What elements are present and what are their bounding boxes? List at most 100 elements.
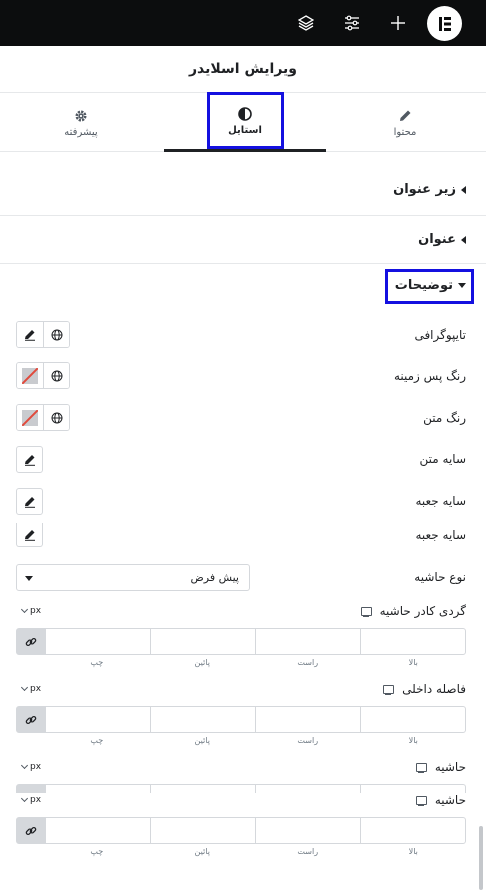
- link-values-button[interactable]: [17, 818, 45, 843]
- unit-selector[interactable]: px: [20, 683, 41, 694]
- margin-label: حاشیه: [434, 760, 466, 774]
- text-color-control: [16, 404, 70, 431]
- top-input[interactable]: [360, 707, 465, 732]
- desktop-icon[interactable]: [415, 762, 427, 773]
- color-picker-button[interactable]: [17, 363, 43, 388]
- border-radius-captions: بالا راست پائین چپ: [44, 658, 466, 670]
- panel-title: ویرایش اسلایدر: [189, 61, 297, 77]
- right-input[interactable]: [255, 629, 360, 654]
- edit-button[interactable]: [17, 322, 43, 347]
- border-radius-inputs: [16, 628, 466, 655]
- text-shadow-edit-button[interactable]: [16, 446, 43, 473]
- border-type-select[interactable]: پیش فرض: [16, 564, 250, 591]
- bottom-caption: پائین: [194, 736, 210, 745]
- pencil-icon: [24, 496, 35, 508]
- left-input[interactable]: [45, 818, 150, 843]
- panel-tabs: محتوا استایل پیشرفته: [0, 94, 486, 152]
- margin-label-2: حاشیه: [434, 793, 466, 807]
- box-shadow-hover-label: سایه جعبه: [415, 528, 466, 542]
- settings-sliders-icon[interactable]: [338, 9, 366, 37]
- left-caption: چپ: [90, 658, 104, 667]
- top-caption: بالا: [408, 736, 418, 745]
- link-values-button[interactable]: [17, 707, 45, 732]
- right-input[interactable]: [255, 818, 360, 843]
- layers-icon[interactable]: [292, 9, 320, 37]
- border-radius-header: px گردی کادر حاشیه: [0, 604, 486, 620]
- chevron-down-icon: [20, 794, 29, 803]
- tab-advanced[interactable]: پیشرفته: [0, 94, 162, 152]
- text-color-label: رنگ متن: [423, 411, 466, 425]
- pencil-icon: [24, 454, 35, 466]
- background-color-control: [16, 362, 70, 389]
- panel-header: ویرایش اسلایدر: [0, 46, 486, 93]
- chevron-down-icon: [20, 683, 29, 692]
- color-picker-button[interactable]: [17, 405, 43, 430]
- right-caption: راست: [297, 658, 319, 667]
- global-button[interactable]: [43, 405, 69, 430]
- bottom-input[interactable]: [150, 818, 255, 843]
- top-bar: [0, 0, 486, 46]
- global-button[interactable]: [43, 363, 69, 388]
- text-shadow-label: سایه متن: [419, 452, 466, 466]
- section-description[interactable]: توضیحات: [395, 278, 466, 293]
- add-icon[interactable]: [384, 9, 412, 37]
- dropdown-arrow-icon: [25, 576, 33, 581]
- border-radius-label: گردی کادر حاشیه: [379, 604, 466, 618]
- box-shadow-edit-button[interactable]: [16, 488, 43, 515]
- right-caption: راست: [297, 736, 319, 745]
- elementor-logo[interactable]: [427, 6, 462, 41]
- top-input[interactable]: [360, 818, 465, 843]
- empty-color-swatch: [22, 409, 38, 426]
- tab-style[interactable]: استایل: [164, 94, 326, 152]
- right-caption: راست: [297, 847, 319, 856]
- top-input[interactable]: [360, 629, 465, 654]
- caret-left-icon: [461, 185, 466, 194]
- margin-header: px حاشیه: [0, 760, 486, 776]
- desktop-icon[interactable]: [415, 795, 427, 806]
- top-caption: بالا: [408, 847, 418, 856]
- right-input[interactable]: [255, 707, 360, 732]
- chevron-down-icon: [20, 605, 29, 614]
- pencil-icon: [400, 110, 411, 121]
- pencil-icon: [24, 529, 35, 541]
- left-input[interactable]: [45, 707, 150, 732]
- global-button[interactable]: [43, 322, 69, 347]
- box-shadow-hover-edit-button[interactable]: [16, 523, 43, 547]
- desktop-icon[interactable]: [360, 606, 372, 617]
- tab-content-label: محتوا: [393, 126, 417, 138]
- box-shadow-label: سایه جعبه: [415, 494, 466, 508]
- bottom-input[interactable]: [150, 629, 255, 654]
- section-heading[interactable]: عنوان: [0, 216, 486, 264]
- border-type-label: نوع حاشیه: [414, 570, 466, 584]
- typography-label: تایپوگرافی: [414, 328, 466, 342]
- section-heading-title: عنوان: [418, 232, 456, 247]
- margin-header-2: px حاشیه: [0, 793, 486, 809]
- padding-header: px فاصله داخلی: [0, 682, 486, 698]
- typography-control: [16, 321, 70, 348]
- gear-icon: [75, 110, 87, 121]
- tab-content[interactable]: محتوا: [324, 94, 486, 152]
- left-input[interactable]: [45, 629, 150, 654]
- link-icon: [25, 637, 37, 646]
- padding-captions: بالا راست پائین چپ: [44, 736, 466, 748]
- link-values-button[interactable]: [17, 629, 45, 654]
- bottom-caption: پائین: [194, 847, 210, 856]
- desktop-icon[interactable]: [383, 684, 395, 695]
- unit-selector[interactable]: px: [20, 605, 41, 616]
- pencil-icon: [25, 329, 35, 341]
- padding-inputs: [16, 706, 466, 733]
- scrollbar[interactable]: [479, 826, 483, 890]
- padding-label: فاصله داخلی: [402, 682, 466, 696]
- chevron-down-icon: [20, 761, 29, 770]
- caret-left-icon: [461, 235, 466, 244]
- unit-selector[interactable]: px: [20, 761, 41, 772]
- tab-advanced-label: پیشرفته: [64, 126, 98, 138]
- link-icon: [25, 826, 37, 835]
- section-description-title: توضیحات: [394, 278, 453, 293]
- section-subtitle[interactable]: زیر عنوان: [0, 152, 486, 216]
- unit-selector[interactable]: px: [20, 794, 41, 805]
- margin-inputs: [16, 817, 466, 844]
- globe-icon: [51, 412, 62, 423]
- left-caption: چپ: [90, 847, 104, 856]
- bottom-input[interactable]: [150, 707, 255, 732]
